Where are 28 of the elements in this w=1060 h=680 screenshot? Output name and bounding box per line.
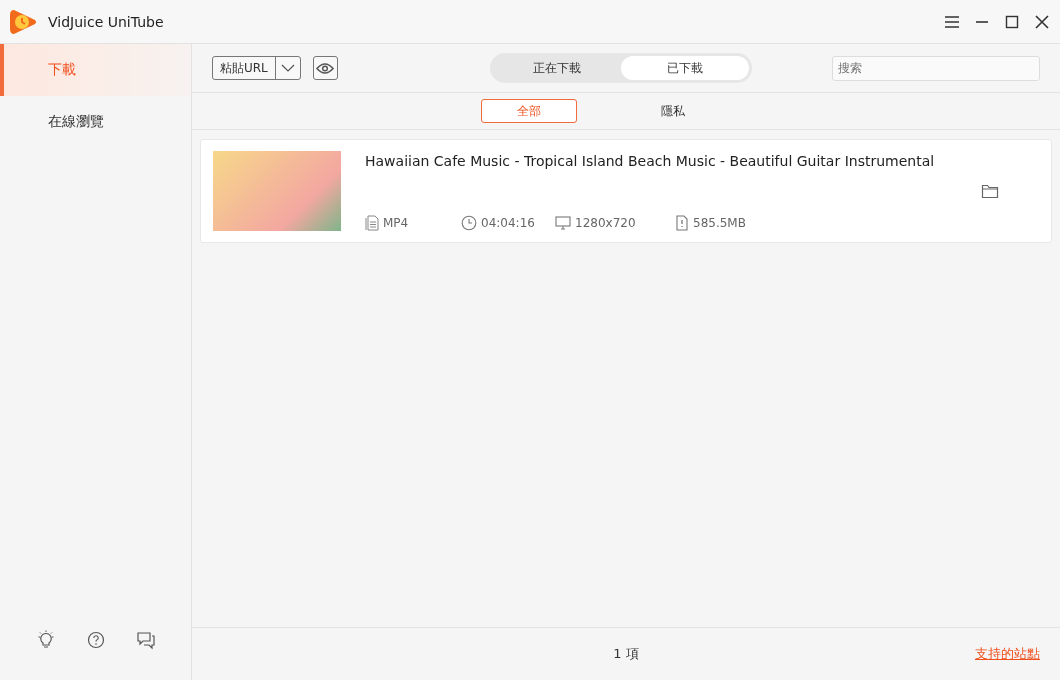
sidebar-item[interactable]: 在線瀏覽 xyxy=(0,96,191,148)
paste-url-button[interactable]: 粘貼URL xyxy=(212,56,301,80)
menu-icon[interactable] xyxy=(944,13,960,30)
filter-tab[interactable]: 隱私 xyxy=(625,99,721,123)
file-size-text: 585.5MB xyxy=(693,216,746,230)
file-icon xyxy=(365,215,379,231)
privacy-eye-button[interactable] xyxy=(312,56,338,80)
monitor-icon xyxy=(555,215,571,231)
resolution-text: 1280x720 xyxy=(575,216,636,230)
folder-icon[interactable] xyxy=(981,183,999,199)
file-size-icon xyxy=(675,215,689,231)
duration-text: 04:04:16 xyxy=(481,216,535,230)
clock-icon xyxy=(461,215,477,231)
search-field[interactable]: 搜索 xyxy=(832,55,1040,81)
lightbulb-icon[interactable] xyxy=(36,630,56,650)
filter-tab[interactable]: 全部 xyxy=(481,99,577,123)
video-title: Hawaiian Cafe Music - Tropical Island Beach Music - Beautiful Guitar Instrumental xyxy=(365,153,936,169)
chat-icon[interactable] xyxy=(136,630,156,650)
maximize-icon[interactable] xyxy=(1004,13,1020,30)
format-text: MP4 xyxy=(383,216,409,230)
tab[interactable]: 正在下載 xyxy=(492,56,621,80)
window-title: VidJuice UniTube xyxy=(48,13,164,30)
item-count: 1 項 xyxy=(613,645,639,663)
close-icon[interactable] xyxy=(1034,13,1050,30)
help-icon[interactable] xyxy=(86,630,106,650)
tab[interactable]: 已下載 xyxy=(620,56,749,80)
eye-icon xyxy=(316,61,335,75)
caret-icon[interactable] xyxy=(280,64,295,72)
